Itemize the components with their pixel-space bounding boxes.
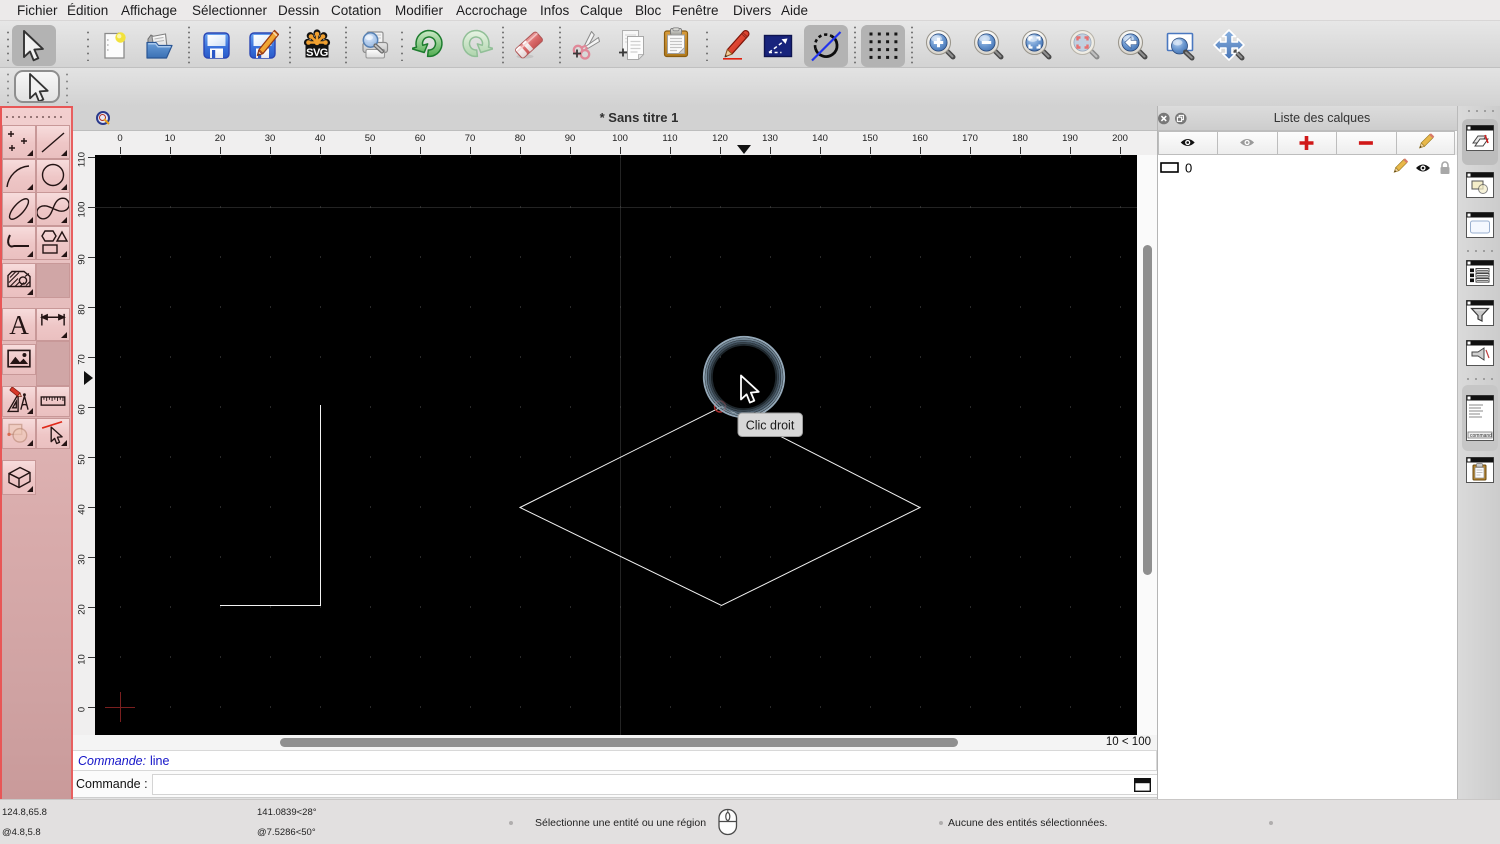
svg-text:0: 0 bbox=[1185, 161, 1192, 176]
svg-text:Clic droit: Clic droit bbox=[746, 419, 795, 433]
svg-text:SVG: SVG bbox=[306, 47, 328, 59]
svg-text:A: A bbox=[9, 310, 29, 340]
svg-text:command: command bbox=[1470, 433, 1492, 439]
